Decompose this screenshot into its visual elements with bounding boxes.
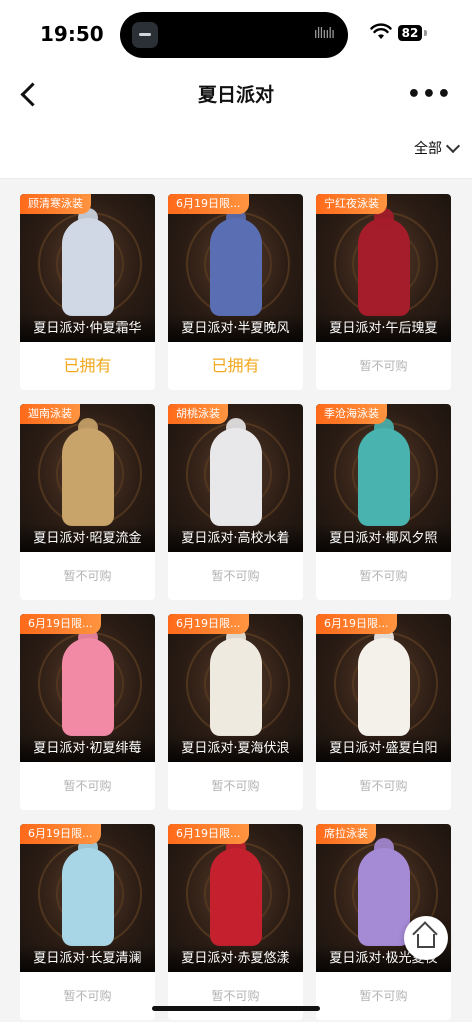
costume-tag: 6月19日限... [316,614,397,634]
costume-name: 夏日派对·长夏清澜 [33,951,142,966]
purchase-status: 已拥有 [211,356,260,375]
filter-label: 全部 [414,141,442,157]
more-options-button[interactable]: ••• [407,82,452,107]
costume-name: 夏日派对·半夏晚风 [181,321,290,336]
costume-name: 夏日派对·盛夏白阳 [329,741,438,756]
costume-image: 6月19日限... 夏日派对·长夏清澜 [20,824,155,972]
costume-card[interactable]: 季沧海泳装夏日派对·椰风夕照 暂不可购 [316,404,451,600]
filter-dropdown[interactable]: 全部 [414,138,461,158]
costume-figure [62,208,114,316]
purchase-status: 暂不可购 [63,569,112,583]
costume-card[interactable]: 6月19日限... 夏日派对·长夏清澜 暂不可购 [20,824,155,1020]
costume-tag: 胡桃泳装 [168,404,228,424]
costume-figure [210,838,262,946]
purchase-status: 暂不可购 [359,359,408,373]
costume-card[interactable]: 6月19日限... 夏日派对·半夏晚风已拥有 [168,194,303,390]
purchase-status: 暂不可购 [359,989,408,1003]
costume-card[interactable]: 迦南泳装夏日派对·昭夏流金 暂不可购 [20,404,155,600]
costume-figure [358,208,410,316]
costume-name: 夏日派对·午后瑰夏 [329,321,438,336]
costume-tag: 6月19日限... [20,614,101,634]
home-indicator[interactable] [152,1006,320,1011]
costume-tag: 席拉泳装 [316,824,376,844]
costume-tag: 6月19日限... [168,194,249,214]
purchase-status: 暂不可购 [63,989,112,1003]
costume-tag: 迦南泳装 [20,404,80,424]
costume-image: 迦南泳装夏日派对·昭夏流金 [20,404,155,552]
costume-name: 夏日派对·高校水着 [181,531,290,546]
costume-grid: 顾清寒泳装夏日派对·仲夏霜华已拥有 6月19日限... 夏日派对·半夏晚风已拥有 宁红… [20,194,452,1020]
costume-figure [62,628,114,736]
costume-name: 夏日派对·椰风夕照 [329,531,438,546]
costume-card[interactable]: 顾清寒泳装夏日派对·仲夏霜华已拥有 [20,194,155,390]
costume-tag: 宁红夜泳装 [316,194,387,214]
costume-tag: 6月19日限... [168,614,249,634]
costume-name: 夏日派对·夏海伏浪 [181,741,290,756]
purchase-status: 暂不可购 [63,779,112,793]
page-title: 夏日派对 [197,84,274,106]
costume-card[interactable]: 6月19日限... 夏日派对·盛夏白阳 暂不可购 [316,614,451,810]
costume-card[interactable]: 宁红夜泳装夏日派对·午后瑰夏 暂不可购 [316,194,451,390]
costume-figure [210,628,262,736]
costume-name: 夏日派对·昭夏流金 [33,531,142,546]
costume-tag: 6月19日限... [20,824,101,844]
status-bar: 19:50 ıllıılı 82 [0,0,472,68]
costume-tag: 季沧海泳装 [316,404,387,424]
costume-name: 夏日派对·仲夏霜华 [33,321,142,336]
purchase-status: 暂不可购 [211,989,260,1003]
costume-image: 胡桃泳装夏日派对·高校水着 [168,404,303,552]
dynamic-island[interactable]: ıllıılı [120,12,348,58]
navigation-bar: 夏日派对 ••• [0,68,472,124]
purchase-status: 暂不可购 [359,779,408,793]
purchase-status: 暂不可购 [211,569,260,583]
costume-name: 夏日派对·初夏绯莓 [33,741,142,756]
costume-image: 6月19日限... 夏日派对·夏海伏浪 [168,614,303,762]
costume-card[interactable]: 6月19日限... 夏日派对·夏海伏浪 暂不可购 [168,614,303,810]
costume-tag: 6月19日限... [168,824,249,844]
costume-figure [358,628,410,736]
costume-figure [62,838,114,946]
costume-card[interactable]: 胡桃泳装夏日派对·高校水着 暂不可购 [168,404,303,600]
battery-level: 82 [398,25,422,41]
wifi-icon [370,23,392,39]
costume-tag: 顾清寒泳装 [20,194,91,214]
live-activity-app-icon [132,22,158,48]
costume-image: 顾清寒泳装夏日派对·仲夏霜华 [20,194,155,342]
costume-image: 季沧海泳装夏日派对·椰风夕照 [316,404,451,552]
costume-figure [210,208,262,316]
home-float-button[interactable] [404,916,448,960]
battery-tip-icon [424,30,427,36]
costume-image: 6月19日限... 夏日派对·赤夏悠漾 [168,824,303,972]
costume-figure [62,418,114,526]
costume-image: 6月19日限... 夏日派对·半夏晚风 [168,194,303,342]
chevron-down-icon [445,138,461,154]
costume-image: 6月19日限... 夏日派对·盛夏白阳 [316,614,451,762]
costume-card[interactable]: 6月19日限... 夏日派对·初夏绯莓 暂不可购 [20,614,155,810]
status-time: 19:50 [40,22,104,46]
costume-figure [210,418,262,526]
costume-image: 宁红夜泳装夏日派对·午后瑰夏 [316,194,451,342]
costume-card[interactable]: 6月19日限... 夏日派对·赤夏悠漾 暂不可购 [168,824,303,1020]
purchase-status: 暂不可购 [211,779,260,793]
costume-figure [358,838,410,946]
costume-name: 夏日派对·赤夏悠漾 [181,951,290,966]
purchase-status: 已拥有 [63,356,112,375]
costume-figure [358,418,410,526]
purchase-status: 暂不可购 [359,569,408,583]
costume-image: 6月19日限... 夏日派对·初夏绯莓 [20,614,155,762]
audio-waveform-icon: ıllıılı [313,26,335,42]
filter-bar: 全部 [0,124,472,179]
